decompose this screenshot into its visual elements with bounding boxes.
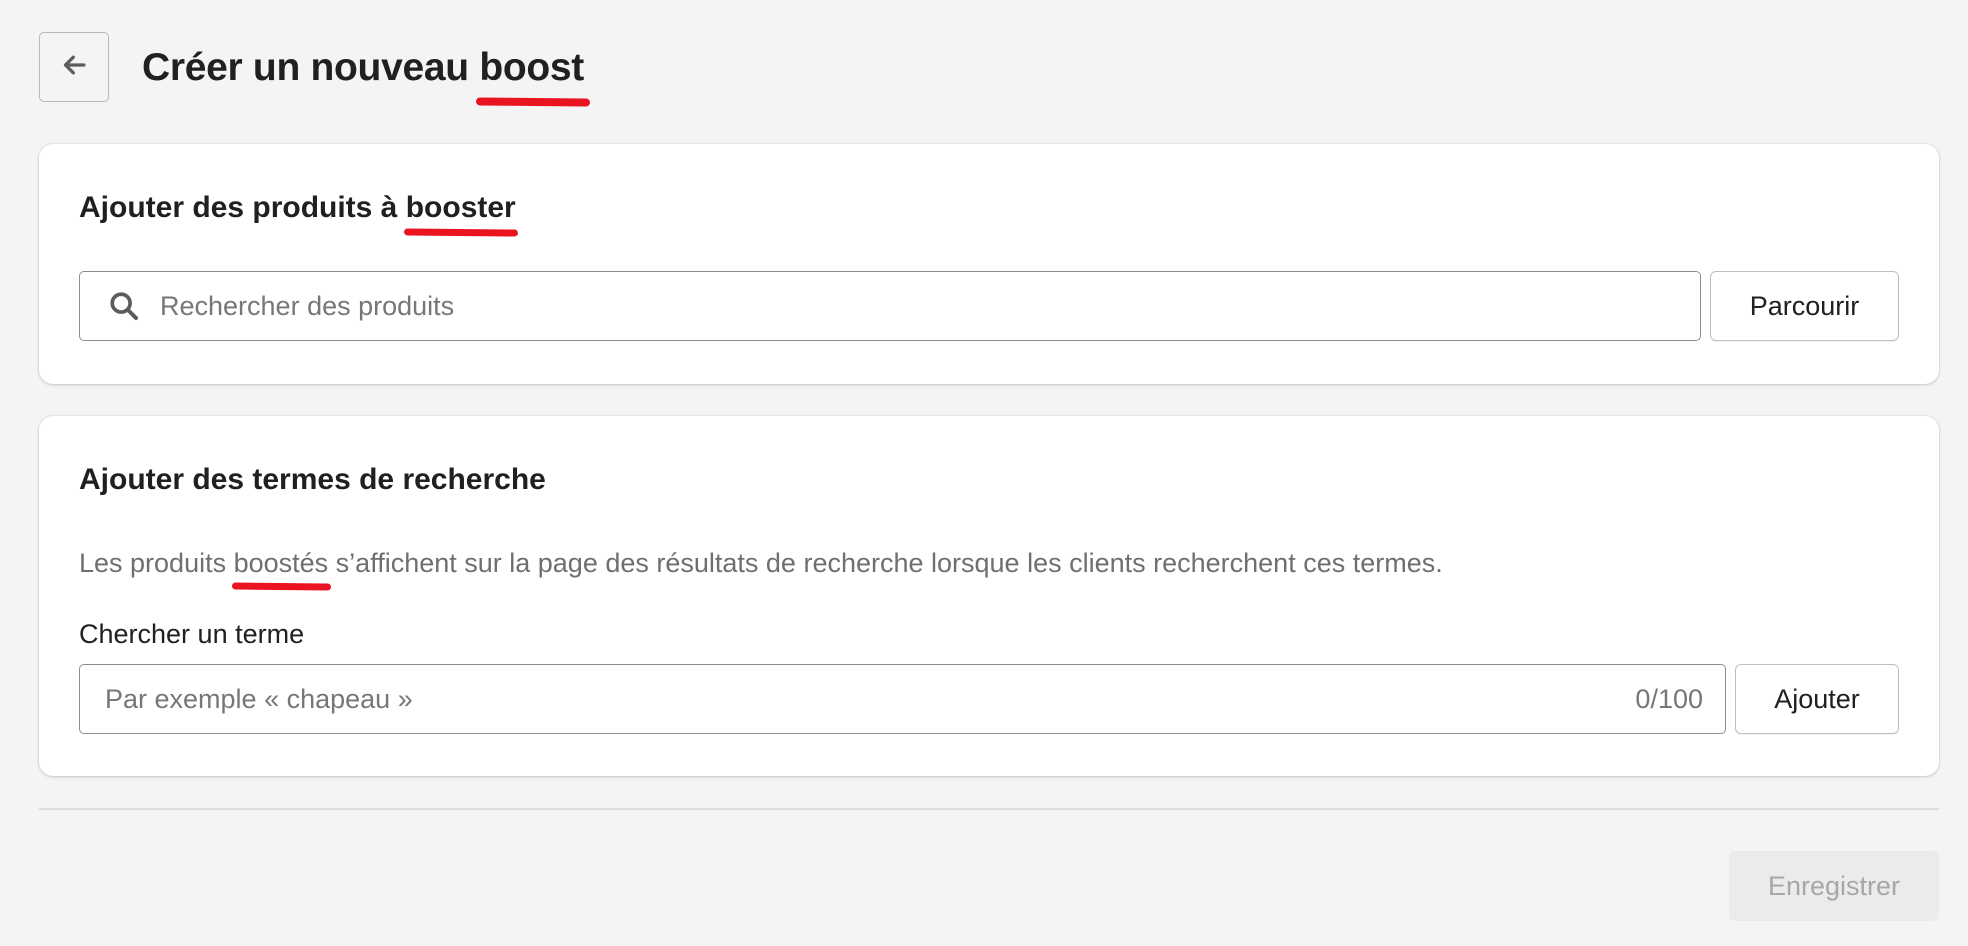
browse-button[interactable]: Parcourir xyxy=(1710,271,1899,341)
add-search-terms-card: Ajouter des termes de recherche Les prod… xyxy=(39,416,1939,776)
add-search-terms-title: Ajouter des termes de recherche xyxy=(79,463,546,496)
footer-divider xyxy=(39,808,1939,810)
add-products-title-prefix: Ajouter des produits à xyxy=(79,191,406,224)
product-search-field xyxy=(79,271,1701,341)
product-search-input[interactable] xyxy=(160,272,1700,340)
search-icon xyxy=(106,288,142,324)
page-title: Créer un nouveau boost xyxy=(142,40,584,96)
add-term-button[interactable]: Ajouter xyxy=(1735,664,1899,734)
back-button[interactable] xyxy=(39,32,109,102)
search-term-input[interactable] xyxy=(105,665,1636,733)
page-title-prefix: Créer un nouveau xyxy=(142,46,480,89)
arrow-left-icon xyxy=(57,48,91,87)
save-button[interactable]: Enregistrer xyxy=(1729,851,1939,921)
search-term-field: 0/100 xyxy=(79,664,1726,734)
search-term-label: Chercher un terme xyxy=(79,619,305,649)
page-title-highlight: boost xyxy=(479,40,584,96)
add-products-title-highlight: booster xyxy=(406,188,516,228)
add-products-card: Ajouter des produits à booster Parcourir xyxy=(39,144,1939,384)
help-text-highlight: boostés xyxy=(234,544,329,582)
add-products-title: Ajouter des produits à booster xyxy=(79,188,516,228)
help-text-suffix: s’affichent sur la page des résultats de… xyxy=(328,548,1443,578)
character-counter: 0/100 xyxy=(1635,683,1703,714)
help-text-prefix: Les produits xyxy=(79,548,234,578)
search-terms-help-text: Les produits boostés s’affichent sur la … xyxy=(79,544,1443,582)
